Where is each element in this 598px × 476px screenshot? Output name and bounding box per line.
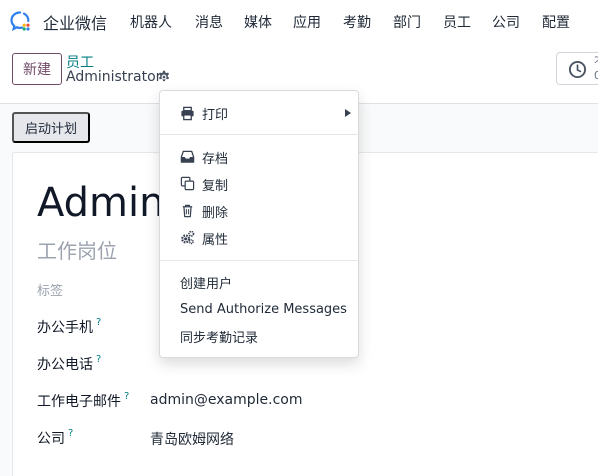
nav-item-media[interactable]: 媒体 <box>244 12 272 32</box>
help-icon[interactable]: ? <box>96 317 101 328</box>
chevron-right-icon <box>345 109 351 117</box>
nav-item-robots[interactable]: 机器人 <box>130 12 172 32</box>
tags-field[interactable]: 标签 <box>37 280 63 299</box>
menu-item-create-user[interactable]: 创建用户 <box>160 269 358 295</box>
clock-icon <box>568 60 587 79</box>
menu-item-label: 创建用户 <box>180 276 233 292</box>
help-icon[interactable]: ? <box>68 428 73 439</box>
field-label-text: 工作电子邮件 <box>37 394 121 410</box>
menu-item-label: Send Authorize Messages <box>180 301 347 317</box>
attendance-clock-button[interactable]: 不 0 <box>556 52 598 85</box>
app-title[interactable]: 企业微信 <box>43 10 107 34</box>
job-title-field[interactable]: 工作岗位 <box>37 235 117 264</box>
menu-item-properties[interactable]: 属性 <box>160 225 358 251</box>
menu-item-sync-attendance[interactable]: 同步考勤记录 <box>160 323 358 349</box>
field-label-company: 公司? <box>37 428 73 448</box>
breadcrumb-current: Administrator <box>66 69 162 85</box>
nav-item-apps[interactable]: 应用 <box>293 12 321 32</box>
nav-item-employees[interactable]: 员工 <box>443 12 471 32</box>
field-label-text: 公司 <box>37 431 65 447</box>
clock-status-line2: 0 <box>594 69 598 82</box>
help-icon[interactable]: ? <box>96 354 101 365</box>
clock-status-text: 不 0 <box>594 55 598 83</box>
trash-icon <box>182 204 193 218</box>
menu-item-delete[interactable]: 删除 <box>160 198 358 224</box>
menu-item-duplicate[interactable]: 复制 <box>160 171 358 197</box>
wecom-logo-icon <box>10 11 30 32</box>
clock-status-line1: 不 <box>594 55 598 69</box>
menu-item-archive[interactable]: 存档 <box>160 144 358 170</box>
field-label-work-phone: 办公电话? <box>37 354 101 374</box>
menu-divider <box>160 260 358 261</box>
print-icon <box>181 106 194 121</box>
menu-item-label: 打印 <box>202 107 229 123</box>
menu-item-label: 同步考勤记录 <box>180 330 259 346</box>
menu-item-label: 删除 <box>202 205 229 221</box>
field-label-text: 办公电话 <box>37 357 93 373</box>
field-label-work-email: 工作电子邮件? <box>37 391 129 411</box>
menu-divider <box>160 134 358 135</box>
action-dropdown-menu: 打印 存档 复制 删除 属性 创建用户 Send Authorize Messa… <box>159 90 359 358</box>
menu-item-print[interactable]: 打印 <box>160 100 358 126</box>
menu-item-label: 复制 <box>202 178 229 194</box>
copy-icon <box>180 176 195 191</box>
nav-item-departments[interactable]: 部门 <box>393 12 421 32</box>
top-navbar: 企业微信 机器人 消息 媒体 应用 考勤 部门 员工 公司 配置 <box>0 0 598 42</box>
field-label-text: 办公手机 <box>37 320 93 336</box>
nav-item-messages[interactable]: 消息 <box>195 12 223 32</box>
new-button[interactable]: 新建 <box>12 53 62 85</box>
gear-icon[interactable] <box>157 70 171 84</box>
company-input[interactable]: 青岛欧姆网络 <box>150 429 234 449</box>
field-label-work-mobile: 办公手机? <box>37 317 101 337</box>
menu-item-label: 属性 <box>202 232 229 248</box>
help-icon[interactable]: ? <box>124 391 129 402</box>
nav-item-config[interactable]: 配置 <box>542 12 570 32</box>
nav-item-attendance[interactable]: 考勤 <box>343 12 371 32</box>
nav-item-company[interactable]: 公司 <box>492 12 520 32</box>
menu-item-send-authorize-messages[interactable]: Send Authorize Messages <box>160 296 358 322</box>
launch-plan-button[interactable]: 启动计划 <box>12 112 90 143</box>
work-email-input[interactable]: admin@example.com <box>150 392 302 408</box>
cogs-icon <box>181 230 195 245</box>
archive-icon <box>180 150 195 163</box>
menu-item-label: 存档 <box>202 151 229 167</box>
